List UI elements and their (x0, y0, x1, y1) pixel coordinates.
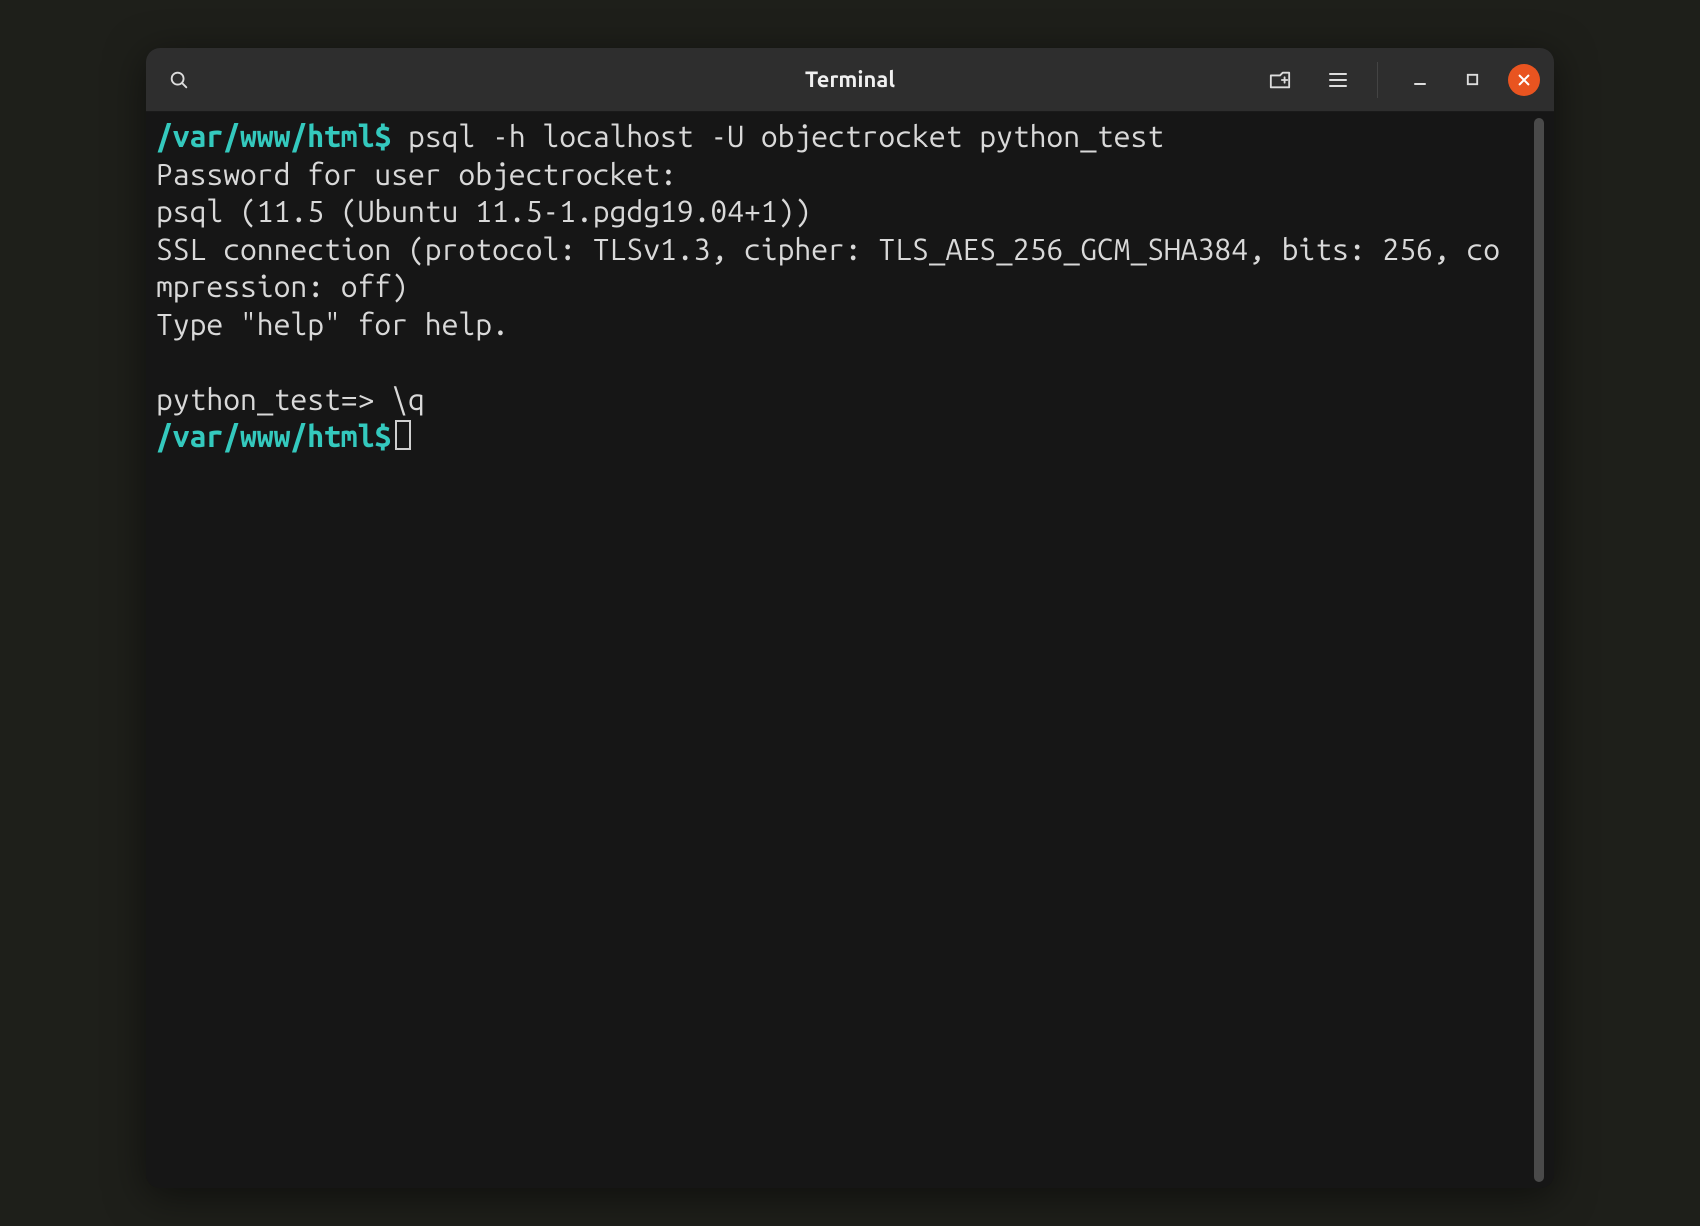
terminal-line: /var/www/html$ (156, 418, 1516, 456)
terminal-area[interactable]: /var/www/html$ psql -h localhost -U obje… (146, 112, 1554, 1188)
new-tab-icon (1268, 69, 1292, 91)
prompt-symbol: $ (374, 119, 391, 153)
scrollbar-thumb[interactable] (1534, 118, 1544, 1182)
cursor (395, 420, 411, 450)
maximize-button[interactable] (1456, 64, 1488, 96)
terminal-line: psql (11.5 (Ubuntu 11.5-1.pgdg19.04+1)) (156, 193, 1516, 231)
close-icon (1517, 73, 1531, 87)
hamburger-menu-icon (1328, 71, 1348, 89)
scrollbar[interactable] (1534, 118, 1544, 1182)
prompt-path: /var/www/html (156, 119, 374, 153)
window-controls (1398, 64, 1540, 96)
minimize-icon (1412, 72, 1428, 88)
terminal-window: Terminal (146, 48, 1554, 1188)
new-tab-button[interactable] (1261, 61, 1299, 99)
prompt-path: /var/www/html (156, 419, 374, 453)
titlebar-left (160, 61, 198, 99)
terminal-content[interactable]: /var/www/html$ psql -h localhost -U obje… (156, 118, 1534, 1182)
titlebar: Terminal (146, 48, 1554, 112)
command-text: psql -h localhost -U objectrocket python… (391, 119, 1164, 153)
terminal-line: Password for user objectrocket: (156, 156, 1516, 194)
terminal-line: SSL connection (protocol: TLSv1.3, ciphe… (156, 231, 1516, 306)
titlebar-separator (1377, 62, 1378, 98)
search-button[interactable] (160, 61, 198, 99)
terminal-line (156, 343, 1516, 381)
window-title: Terminal (805, 67, 895, 92)
maximize-icon (1465, 72, 1480, 87)
search-icon (168, 69, 190, 91)
titlebar-right (1261, 61, 1540, 99)
minimize-button[interactable] (1404, 64, 1436, 96)
terminal-line: python_test=> \q (156, 381, 1516, 419)
terminal-line: /var/www/html$ psql -h localhost -U obje… (156, 118, 1516, 156)
menu-button[interactable] (1319, 61, 1357, 99)
close-button[interactable] (1508, 64, 1540, 96)
terminal-line: Type "help" for help. (156, 306, 1516, 344)
prompt-symbol: $ (374, 419, 391, 453)
